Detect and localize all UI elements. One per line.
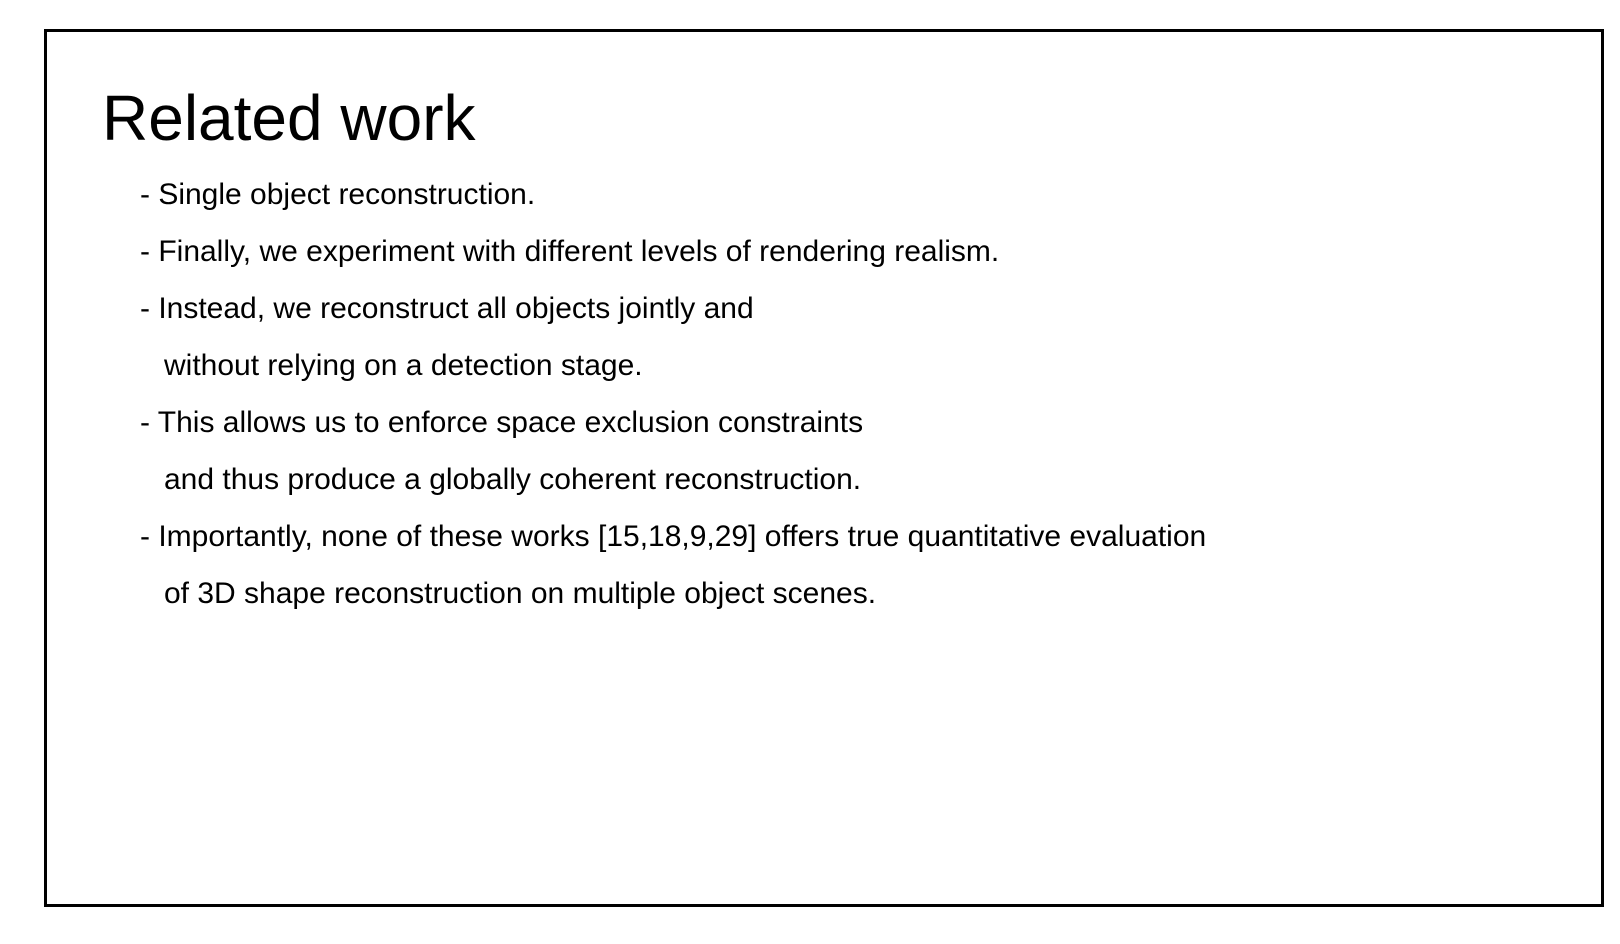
bullet-space-exclusion-continued: and thus produce a globally coherent rec… [164,463,862,496]
bullet-quantitative-evaluation: - Importantly, none of these works [15,1… [140,520,1207,553]
bullet-rendering-realism: - Finally, we experiment with different … [140,235,1000,268]
bullet-quantitative-evaluation-continued: of 3D shape reconstruction on multiple o… [164,577,877,610]
bullet-list: - Single object reconstruction. - Finall… [140,166,1206,622]
bullet-joint-reconstruction: - Instead, we reconstruct all objects jo… [140,292,754,325]
bullet-space-exclusion: - This allows us to enforce space exclus… [140,406,864,439]
slide-title: Related work [102,82,476,154]
bullet-single-object: - Single object reconstruction. [140,178,536,211]
bullet-joint-reconstruction-continued: without relying on a detection stage. [164,349,643,382]
